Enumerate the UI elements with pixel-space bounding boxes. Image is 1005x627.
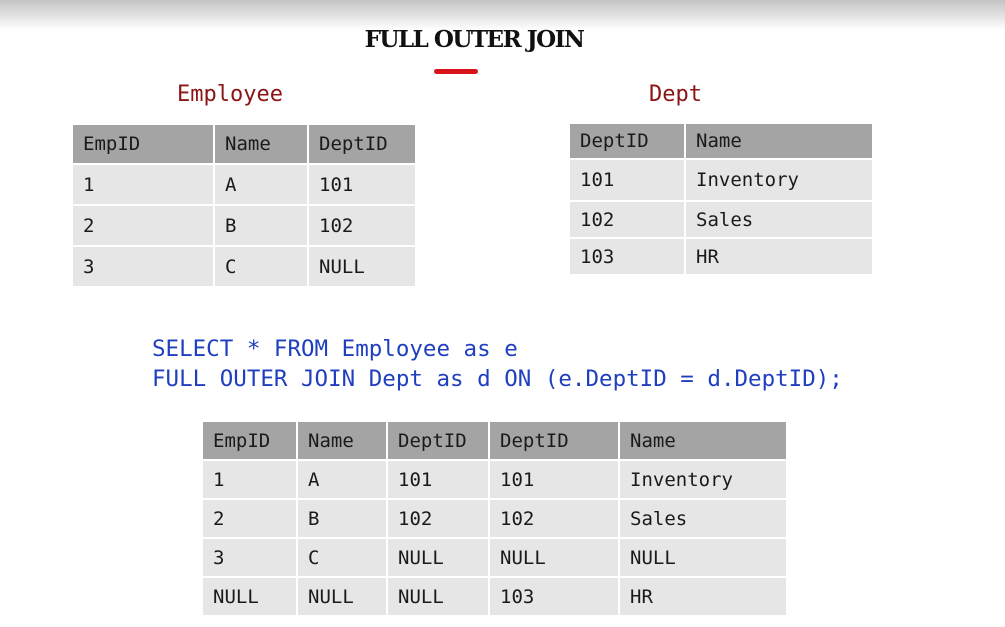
table-cell: B — [214, 205, 309, 247]
column-header: DeptID — [570, 124, 686, 160]
table-cell: 102 — [387, 499, 490, 539]
table-row: 3 C NULL — [73, 246, 415, 286]
table-cell: C — [214, 246, 309, 286]
table-row: 1 A 101 101 Inventory — [203, 460, 786, 500]
table-cell: 101 — [489, 460, 620, 500]
table-header-row: DeptID Name — [570, 124, 872, 160]
table-row: 1 A 101 — [73, 164, 415, 206]
table-row: 3 C NULL NULL NULL — [203, 538, 786, 578]
table-cell: 2 — [73, 205, 215, 247]
employee-table: EmpID Name DeptID 1 A 101 2 B 102 3 C NU… — [73, 125, 415, 286]
table-cell: 1 — [73, 164, 215, 206]
table-cell: 3 — [203, 538, 298, 578]
table-cell: 103 — [489, 577, 620, 615]
table-cell: 102 — [489, 499, 620, 539]
table-row: 2 B 102 102 Sales — [203, 499, 786, 539]
table-cell: NULL — [489, 538, 620, 578]
column-header: Name — [619, 422, 786, 461]
title-underline-mark — [434, 69, 478, 74]
sql-query-line-2: FULL OUTER JOIN Dept as d ON (e.DeptID =… — [152, 366, 843, 392]
dept-caption: Dept — [649, 82, 702, 107]
table-cell: Sales — [685, 201, 872, 239]
table-row: 103 HR — [570, 238, 872, 274]
column-header: Name — [297, 422, 388, 461]
table-cell: Inventory — [685, 159, 872, 202]
table-cell: NULL — [619, 538, 786, 578]
sql-query-line-1: SELECT * FROM Employee as e — [152, 336, 518, 362]
slide-title: FULL OUTER JOIN — [364, 26, 585, 53]
table-cell: A — [214, 164, 309, 206]
table-cell: 103 — [570, 238, 686, 274]
column-header: DeptID — [387, 422, 490, 461]
table-cell: Sales — [619, 499, 786, 539]
table-header-row: EmpID Name DeptID — [73, 125, 415, 165]
table-row: NULL NULL NULL 103 HR — [203, 577, 786, 615]
table-cell: HR — [685, 238, 872, 274]
table-row: 2 B 102 — [73, 205, 415, 247]
column-header: EmpID — [203, 422, 298, 461]
table-cell: 101 — [308, 164, 415, 206]
result-table: EmpID Name DeptID DeptID Name 1 A 101 10… — [203, 422, 786, 615]
table-cell: Inventory — [619, 460, 786, 500]
table-cell: B — [297, 499, 388, 539]
table-cell: NULL — [297, 577, 388, 615]
table-cell: A — [297, 460, 388, 500]
table-cell: 102 — [308, 205, 415, 247]
table-header-row: EmpID Name DeptID DeptID Name — [203, 422, 786, 461]
table-cell: C — [297, 538, 388, 578]
dept-table: DeptID Name 101 Inventory 102 Sales 103 … — [570, 124, 872, 274]
table-cell: 102 — [570, 201, 686, 239]
column-header: DeptID — [308, 125, 415, 165]
column-header: Name — [685, 124, 872, 160]
table-cell: NULL — [308, 246, 415, 286]
column-header: Name — [214, 125, 309, 165]
employee-caption: Employee — [177, 82, 283, 107]
column-header: DeptID — [489, 422, 620, 461]
column-header: EmpID — [73, 125, 215, 165]
table-cell: NULL — [203, 577, 298, 615]
table-cell: NULL — [387, 538, 490, 578]
table-cell: 3 — [73, 246, 215, 286]
table-row: 102 Sales — [570, 201, 872, 239]
table-cell: 2 — [203, 499, 298, 539]
table-cell: NULL — [387, 577, 490, 615]
table-cell: 101 — [387, 460, 490, 500]
table-cell: 1 — [203, 460, 298, 500]
table-row: 101 Inventory — [570, 159, 872, 202]
table-cell: HR — [619, 577, 786, 615]
table-cell: 101 — [570, 159, 686, 202]
